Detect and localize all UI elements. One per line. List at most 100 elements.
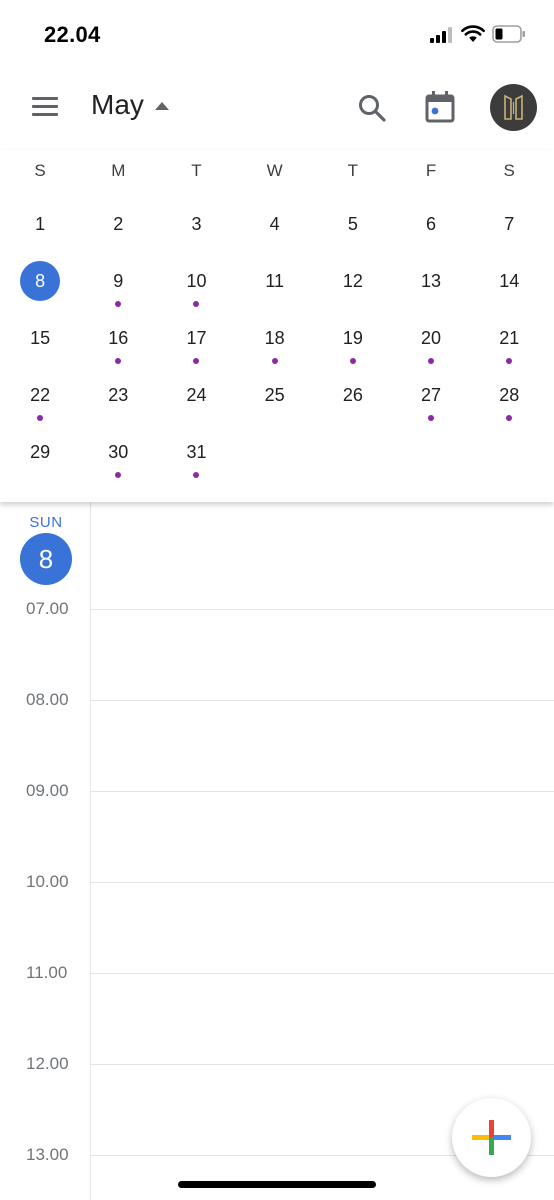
day-number: 2 [113,214,124,234]
hour-divider [90,791,554,792]
day-number: 4 [269,214,280,234]
day-cell-3[interactable]: 3 [157,196,235,253]
event-indicator-dot [193,301,200,307]
day-cell-30[interactable]: 30 [79,424,157,481]
day-number: 16 [108,328,129,348]
day-cell-15[interactable]: 15 [1,310,79,367]
day-cell-2[interactable]: 2 [79,196,157,253]
day-number: 26 [342,385,363,405]
create-event-button[interactable] [452,1098,531,1177]
day-cell-28[interactable]: 28 [470,367,548,424]
day-number: 7 [504,214,515,234]
week-row: 15 16 17 18 19 20 21 [0,310,554,367]
day-cell-27[interactable]: 27 [392,367,470,424]
day-number: 10 [186,271,207,291]
day-cell-6[interactable]: 6 [392,196,470,253]
month-title[interactable]: May [91,89,144,121]
weekday-label: F [425,161,437,180]
selected-day-badge[interactable]: 8 [20,533,72,585]
wifi-icon [461,25,485,42]
cellular-signal-icon [430,27,454,43]
event-indicator-dot [506,358,513,364]
event-indicator-dot [428,358,435,364]
day-cell-9[interactable]: 9 [79,253,157,310]
day-number: 20 [421,328,442,348]
day-cell-20[interactable]: 20 [392,310,470,367]
day-cell-22[interactable]: 22 [1,367,79,424]
day-of-week-label: SUN [29,514,63,531]
event-indicator-dot [115,301,122,307]
weekday-label: M [111,161,126,180]
event-indicator-dot [115,472,122,478]
day-number: 29 [30,442,51,462]
week-row: 29 30 31 [0,424,554,481]
weekday-label: S [34,161,46,180]
hour-label: 09.00 [26,781,69,800]
day-cell-13[interactable]: 13 [392,253,470,310]
caret-up-icon[interactable] [154,101,170,111]
weekday-label: T [347,161,359,180]
day-schedule[interactable]: SUN 8 07.00 08.00 09.00 10.00 11.00 12.00 13.0… [0,502,554,1200]
month-grid: SMTWTFS 1 2 3 4 5 6 7 8 9 10 11 12 13 14 15 16 17 18 19 20 2… [0,150,554,502]
weekday-label: W [266,161,283,180]
day-number: 11 [265,271,284,291]
day-cell-26[interactable]: 26 [314,367,392,424]
hour-label: 11.00 [26,963,68,982]
day-cell-4[interactable]: 4 [236,196,314,253]
week-row: 8 9 10 11 12 13 14 [0,253,554,310]
account-avatar[interactable] [490,84,537,131]
hour-label: 08.00 [26,690,69,709]
day-cell-31[interactable]: 31 [157,424,235,481]
day-cell-10[interactable]: 10 [157,253,235,310]
hour-label: 07.00 [26,599,69,618]
day-number: 12 [342,271,363,291]
day-cell-18[interactable]: 18 [236,310,314,367]
day-cell-17[interactable]: 17 [157,310,235,367]
day-number: 1 [35,214,46,234]
event-indicator-dot [193,472,200,478]
day-number: 27 [421,385,442,405]
day-cell-1[interactable]: 1 [1,196,79,253]
avatar-logo-icon [504,94,523,120]
day-cell-29[interactable]: 29 [1,424,79,481]
day-cell-8[interactable]: 8 [1,253,79,310]
calendar-screen: 22.04 May S M T W T F S 1 2 3 4 5 6 7 8 … [0,0,554,1200]
day-number: 3 [191,214,202,234]
day-cell-7[interactable]: 7 [470,196,548,253]
day-cell-16[interactable]: 16 [79,310,157,367]
day-cell-5[interactable]: 5 [314,196,392,253]
day-number: 19 [342,328,363,348]
battery-icon [492,25,525,43]
hour-divider [90,609,554,610]
weekday-label: S [503,161,515,180]
week-row: 22 23 24 25 26 27 28 [0,367,554,424]
day-number: 18 [264,328,285,348]
day-cell-14[interactable]: 14 [470,253,548,310]
selected-day-number: 8 [20,261,61,301]
day-cell-25[interactable]: 25 [236,367,314,424]
menu-icon[interactable] [32,97,60,119]
event-indicator-dot [37,415,44,421]
week-row: 1 2 3 4 5 6 7 [0,196,554,253]
search-icon[interactable] [356,92,388,124]
day-number: 5 [347,214,358,234]
event-indicator-dot [115,358,122,364]
day-cell-19[interactable]: 19 [314,310,392,367]
day-cell-21[interactable]: 21 [470,310,548,367]
day-number: 22 [30,385,51,405]
day-cell-12[interactable]: 12 [314,253,392,310]
hour-label: 13.00 [26,1145,69,1164]
day-cell-11[interactable]: 11 [236,253,314,310]
day-number: 6 [426,214,437,234]
day-cell-24[interactable]: 24 [157,367,235,424]
app-header: May [0,70,554,150]
day-number: 14 [499,271,520,291]
hour-divider [90,700,554,701]
day-cell-23[interactable]: 23 [79,367,157,424]
calendar-today-icon[interactable] [424,90,456,124]
day-number: 21 [499,328,520,348]
day-number: 31 [186,442,207,462]
event-indicator-dot [349,358,356,364]
event-indicator-dot [506,415,513,421]
hour-divider [90,882,554,883]
